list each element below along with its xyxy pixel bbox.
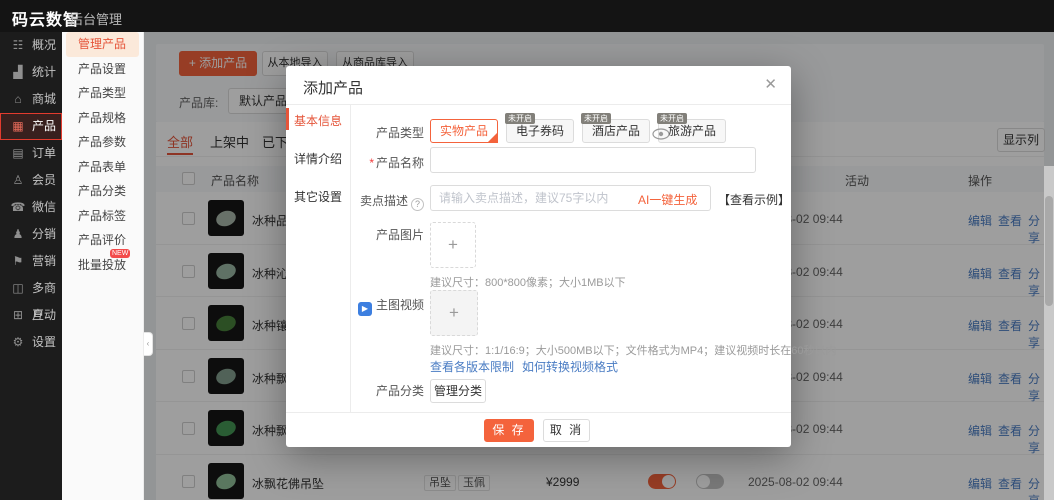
version-limit-link[interactable]: 查看各版本限制 <box>430 358 514 375</box>
wechat-icon: ☎ <box>10 194 26 221</box>
main-video-label: ▶主图视频 <box>286 296 424 316</box>
page-title: 后台管理 <box>70 9 122 28</box>
distribution-icon: ♟ <box>10 221 26 248</box>
sidebar-item-overview[interactable]: ☷概况 <box>0 32 62 59</box>
view-example-link[interactable]: 【查看示例】 <box>718 191 790 208</box>
settings-icon: ⚙ <box>10 329 26 356</box>
submenu-item[interactable]: 产品表单 <box>66 155 139 180</box>
sidebar-item-label: 设置 <box>32 329 56 356</box>
plus-icon: + <box>431 303 477 323</box>
type-option-2[interactable]: 酒店产品未开启 <box>582 119 650 143</box>
modal-footer-divider <box>286 412 791 413</box>
not-enabled-badge: 未开启 <box>581 113 611 124</box>
sidebar-item-label: 产品 <box>32 113 56 140</box>
product-image-label: 产品图片 <box>286 226 424 243</box>
manage-category-button[interactable]: 管理分类 <box>430 379 486 403</box>
modal-title: 添加产品 <box>303 77 363 98</box>
add-product-modal: 添加产品 ✕ 基本信息详情介绍其它设置 产品类型 实物产品电子券码未开启酒店产品… <box>286 66 791 447</box>
required-asterisk: * <box>369 156 374 170</box>
sidebar-item-label: 微信 <box>32 194 56 221</box>
sidebar-item-settings[interactable]: ⚙设置 <box>0 329 62 356</box>
sidebar-item-distribution[interactable]: ♟分销 <box>0 221 62 248</box>
product-name-input[interactable] <box>430 147 756 173</box>
product-category-label: 产品分类 <box>286 382 424 399</box>
ai-generate-link[interactable]: AI一键生成 <box>638 191 697 208</box>
topbar: 码云数智 后台管理 <box>0 0 1054 32</box>
interaction-icon: ⊞ <box>10 302 26 329</box>
submenu-item[interactable]: 产品类型 <box>66 81 139 106</box>
submenu-item[interactable]: 产品标签 <box>66 204 139 229</box>
cancel-button[interactable]: 取 消 <box>543 419 590 442</box>
sidebar-item-multi-merchant[interactable]: ◫多商户 <box>0 275 62 302</box>
video-size-hint: 建议尺寸：1:1/16:9；大小500MB以下；文件格式为MP4；建议视频时长在… <box>430 342 836 358</box>
overview-icon: ☷ <box>10 32 26 59</box>
image-upload-box[interactable]: + <box>430 222 476 268</box>
modal-header-divider <box>286 104 791 105</box>
members-icon: ♙ <box>10 167 26 194</box>
orders-icon: ▤ <box>10 140 26 167</box>
statistics-icon: ▟ <box>10 59 26 86</box>
sidebar-item-label: 商城 <box>32 86 56 113</box>
image-size-hint: 建议尺寸：800*800像素；大小1MB以下 <box>430 274 626 290</box>
product-submenu: 管理产品产品设置产品类型产品规格产品参数产品表单产品分类产品标签产品评价批量投放… <box>62 32 144 500</box>
sidebar-item-label: 互动 <box>32 302 56 329</box>
product-type-label: 产品类型 <box>286 124 424 141</box>
sidebar-item-statistics[interactable]: ▟统计 <box>0 59 62 86</box>
sidebar-item-label: 统计 <box>32 59 56 86</box>
type-option-0[interactable]: 实物产品 <box>430 119 498 143</box>
product-type-options: 实物产品电子券码未开启酒店产品未开启旅游产品未开启 <box>430 110 734 146</box>
not-enabled-badge: 未开启 <box>505 113 535 124</box>
sidebar-item-label: 订单 <box>32 140 56 167</box>
product-icon: ▦ <box>10 113 26 140</box>
selling-point-label: 卖点描述? <box>286 192 424 211</box>
close-icon[interactable]: ✕ <box>764 75 777 93</box>
sidebar-item-label: 会员 <box>32 167 56 194</box>
submenu-item[interactable]: 管理产品 <box>66 32 139 57</box>
submenu-item[interactable]: 产品参数 <box>66 130 139 155</box>
plus-icon: + <box>431 235 475 255</box>
new-badge: NEW <box>110 249 130 258</box>
not-enabled-badge: 未开启 <box>657 113 687 124</box>
scrollbar-thumb[interactable] <box>1045 196 1053 306</box>
convert-format-link[interactable]: 如何转换视频格式 <box>522 358 618 375</box>
mall-icon: ⌂ <box>10 86 26 113</box>
submenu-item[interactable]: 批量投放NEW <box>66 253 139 278</box>
app-window: 码云数智 后台管理 ☷概况▟统计⌂商城▦产品▤订单♙会员☎微信♟分销⚑营销HOT… <box>0 0 1054 500</box>
sidebar-item-label: 分销 <box>32 221 56 248</box>
product-name-label: *产品名称 <box>286 154 424 171</box>
modal-tabs-divider <box>350 105 351 412</box>
video-icon: ▶ <box>358 302 372 316</box>
scrollbar-track[interactable] <box>1044 166 1054 500</box>
sidebar-item-product[interactable]: ▦产品 <box>0 113 62 140</box>
help-icon[interactable]: ? <box>411 198 424 211</box>
submenu-item[interactable]: 产品设置 <box>66 57 139 82</box>
sidebar-item-wechat[interactable]: ☎微信 <box>0 194 62 221</box>
eye-icon[interactable] <box>652 128 670 140</box>
sidebar-item-interaction[interactable]: ⊞互动 <box>0 302 62 329</box>
multi-merchant-icon: ◫ <box>10 275 26 302</box>
submenu-item[interactable]: 产品规格 <box>66 106 139 131</box>
sidebar-item-marketing[interactable]: ⚑营销HOT <box>0 248 62 275</box>
sidebar-item-members[interactable]: ♙会员 <box>0 167 62 194</box>
type-option-1[interactable]: 电子券码未开启 <box>506 119 574 143</box>
sidebar-collapse-handle[interactable]: ‹ <box>144 332 153 356</box>
marketing-icon: ⚑ <box>10 248 26 275</box>
submenu-item[interactable]: 产品分类 <box>66 179 139 204</box>
sidebar-item-label: 营销HOT <box>32 248 56 275</box>
sidebar-item-mall[interactable]: ⌂商城 <box>0 86 62 113</box>
main-sidebar: ☷概况▟统计⌂商城▦产品▤订单♙会员☎微信♟分销⚑营销HOT◫多商户⊞互动⚙设置 <box>0 32 62 500</box>
sidebar-item-label: 概况 <box>32 32 56 59</box>
video-upload-box[interactable]: + <box>430 290 478 336</box>
sidebar-item-orders[interactable]: ▤订单 <box>0 140 62 167</box>
save-button[interactable]: 保 存 <box>484 419 534 442</box>
